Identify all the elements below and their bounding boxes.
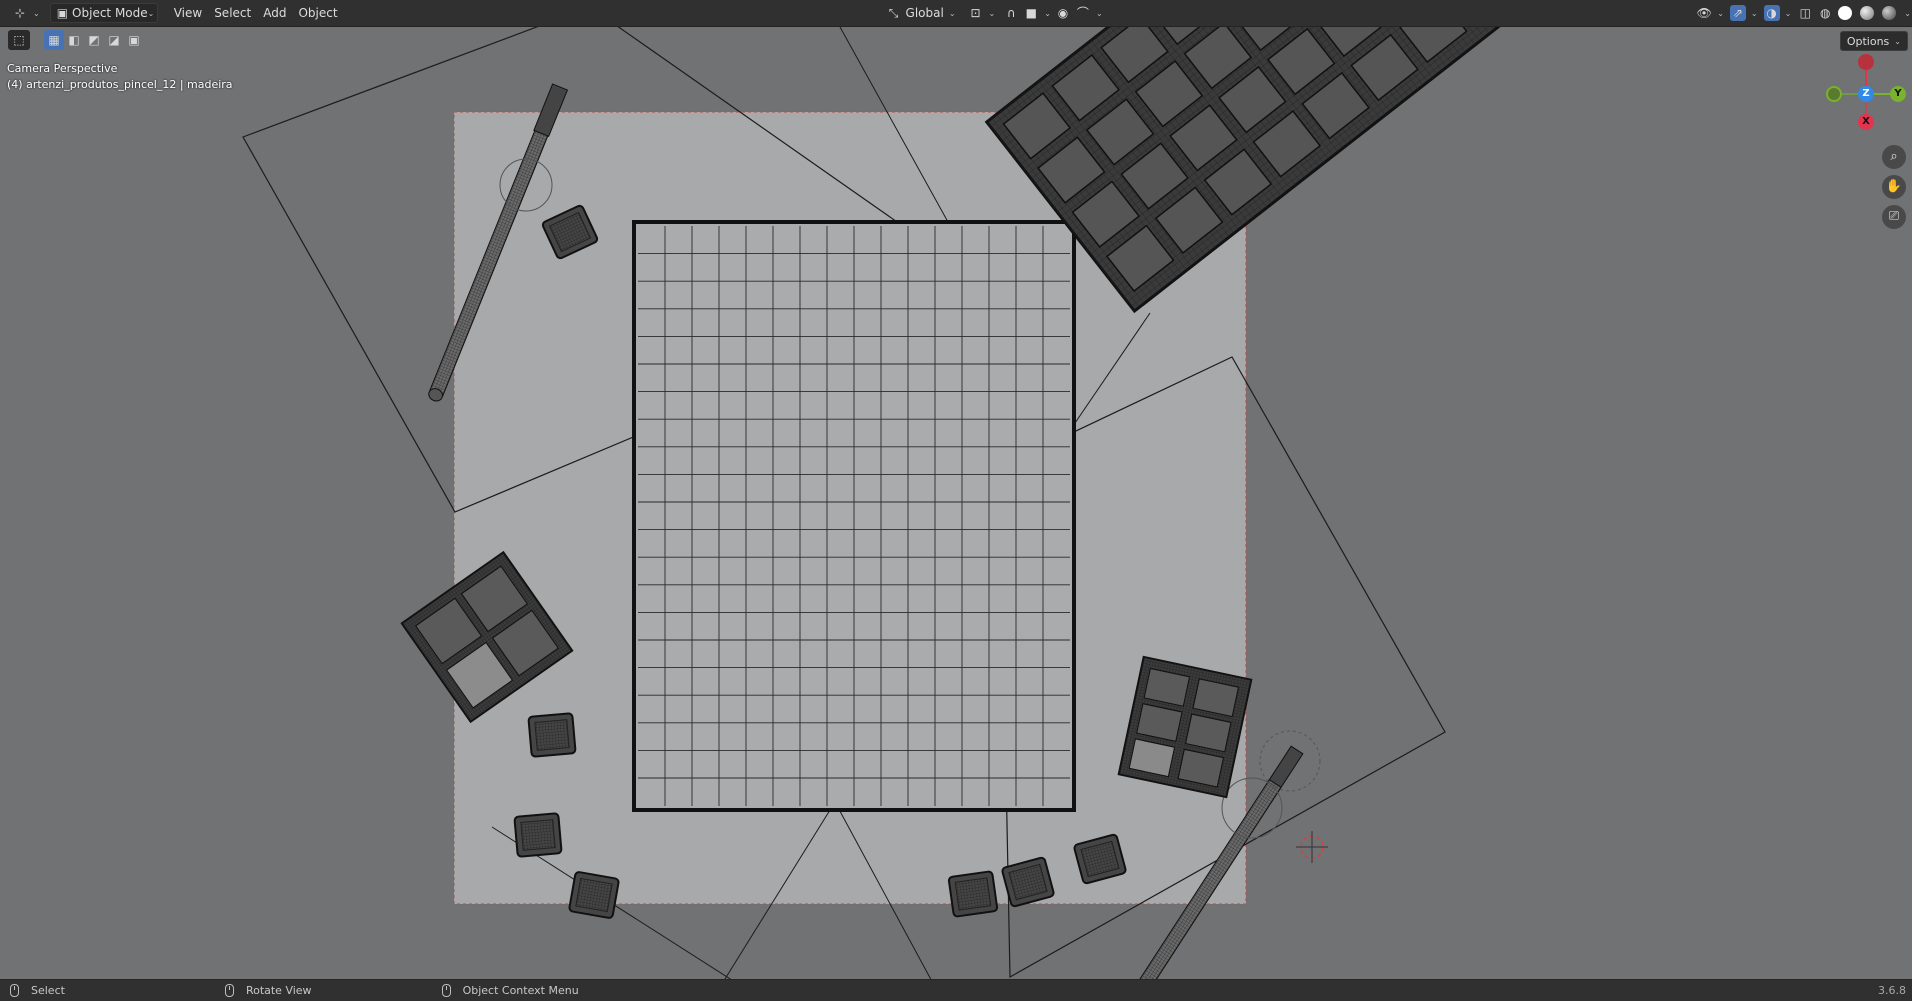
transform-orientation-dropdown[interactable]: ⤡ Global ⌄ [880, 3, 962, 23]
status-select-label: Select [31, 984, 65, 997]
object-visibility-icon: 👁 [1696, 6, 1712, 20]
sketchbook-grid[interactable] [632, 220, 1076, 812]
options-dropdown[interactable]: Options ⌄ [1839, 31, 1908, 51]
proportional-editing-icon: ◉ [1057, 6, 1069, 20]
status-bar: Select Rotate View Object Context Menu 3… [0, 979, 1912, 1001]
gizmo-z-axis[interactable]: Z [1858, 86, 1874, 102]
gizmo-toggle-icon: ⇗ [1729, 5, 1746, 21]
version-label: 3.6.8 [1878, 984, 1906, 997]
gizmo-x-axis[interactable]: X [1858, 114, 1874, 130]
pan-hand-icon: ✋ [1885, 179, 1903, 194]
gizmo-y-axis[interactable]: Y [1890, 86, 1906, 102]
solid-shading-icon [1838, 6, 1853, 20]
select-box-icon: ⬚ [13, 33, 25, 47]
menu-select[interactable]: Select [208, 3, 257, 23]
pan-button[interactable]: ✋ [1882, 175, 1906, 199]
xray-toggle-icon: ◫ [1799, 6, 1811, 20]
viewport-header: ⊹ ⌄ ▣ Object Mode ⌄ View Select Add Objec… [0, 0, 1912, 27]
select-new-icon: ▦ [48, 33, 60, 47]
3d-viewport[interactable]: Camera Perspective (4) artenzi_produtos_… [0, 27, 1912, 979]
status-context: Object Context Menu [441, 984, 579, 997]
shading-solid-button[interactable] [1834, 3, 1856, 23]
snap-toggle[interactable]: ∩ [1001, 3, 1021, 23]
mouse-right-icon [441, 984, 451, 997]
object-visibility-dropdown[interactable]: 👁 ⌄ [1693, 3, 1727, 23]
status-context-label: Object Context Menu [462, 984, 579, 997]
camera-view-button[interactable]: ⎚ [1882, 205, 1906, 229]
transform-orientation-icon: ⤡ [888, 6, 899, 20]
select-mode-extend[interactable]: ◧ [64, 30, 84, 50]
status-rotate-label: Rotate View [245, 984, 312, 997]
shading-rendered-button[interactable]: ⌄ [1878, 3, 1912, 23]
snap-target-dropdown[interactable]: ■ ⌄ [1021, 3, 1053, 23]
viewport-scene [0, 27, 1912, 979]
gizmo-neg-y-dot[interactable] [1826, 86, 1842, 102]
navigation-gizmo[interactable]: Z Y X [1826, 52, 1906, 132]
gizmo-toggle[interactable]: ⇗ ⌄ [1727, 3, 1761, 23]
mode-dropdown[interactable]: ▣ Object Mode ⌄ [49, 3, 158, 23]
xray-toggle[interactable]: ◫ [1794, 3, 1816, 23]
select-mode-subtract[interactable]: ◩ [84, 30, 104, 50]
falloff-curve-icon: ⌒ [1076, 6, 1089, 20]
select-mode-invert[interactable]: ◪ [104, 30, 124, 50]
paint-pot[interactable] [527, 712, 577, 758]
paint-palette-right[interactable] [1117, 655, 1253, 799]
select-mode-new[interactable]: ▦ [44, 30, 64, 50]
options-label: Options [1846, 34, 1890, 48]
camera-view-icon: ⎚ [1888, 209, 1900, 224]
object-mode-icon: ▣ [56, 6, 69, 20]
mouse-left-icon [10, 984, 19, 997]
object-info: (4) artenzi_produtos_pincel_12 | madeira [7, 78, 233, 91]
select-intersect-icon: ▣ [128, 33, 140, 47]
rendered-shading-icon [1882, 6, 1897, 20]
zoom-icon: ⌕ [1890, 149, 1898, 164]
tool-settings-row: ⬚ ▦ ◧ ◩ ◪ ▣ [0, 28, 1912, 52]
select-subtract-icon: ◩ [88, 33, 100, 47]
orientation-label: Global [905, 6, 944, 20]
select-invert-icon: ◪ [108, 33, 120, 47]
view-name: Camera Perspective [7, 62, 118, 75]
snap-target-icon: ■ [1025, 6, 1037, 20]
mouse-middle-icon [224, 984, 234, 997]
menu-add[interactable]: Add [257, 3, 292, 23]
menu-object[interactable]: Object [292, 3, 343, 23]
status-select: Select [10, 984, 65, 997]
shading-wireframe-button[interactable]: ◍ [1816, 3, 1834, 23]
paint-pot[interactable] [947, 870, 999, 918]
select-extend-icon: ◧ [68, 33, 80, 47]
editor-type-icon: ⊹ [14, 6, 26, 20]
pivot-point-icon: ⊡ [970, 6, 981, 20]
select-mode-intersect[interactable]: ▣ [124, 30, 144, 50]
proportional-falloff-dropdown[interactable]: ⌒ ⌄ [1073, 3, 1105, 23]
status-rotate: Rotate View [224, 984, 312, 997]
gizmo-neg-z-dot[interactable] [1858, 54, 1874, 70]
shading-material-button[interactable] [1856, 3, 1878, 23]
proportional-editing-toggle[interactable]: ◉ [1053, 3, 1073, 23]
wireframe-shading-icon: ◍ [1820, 6, 1831, 20]
editor-type-button[interactable]: ⊹ ⌄ [6, 3, 46, 23]
snap-magnet-icon: ∩ [1006, 6, 1016, 20]
zoom-button[interactable]: ⌕ [1882, 145, 1906, 169]
pivot-point-dropdown[interactable]: ⊡ ⌄ [962, 3, 1002, 23]
menu-view[interactable]: View [168, 3, 208, 23]
paint-pot[interactable] [513, 812, 563, 858]
overlays-toggle[interactable]: ◑ ⌄ [1761, 3, 1795, 23]
mode-label: Object Mode [72, 6, 148, 20]
active-tool-button[interactable]: ⬚ [8, 30, 30, 50]
material-preview-icon [1860, 6, 1875, 20]
paint-pot[interactable] [568, 871, 620, 919]
overlays-icon: ◑ [1763, 5, 1780, 21]
